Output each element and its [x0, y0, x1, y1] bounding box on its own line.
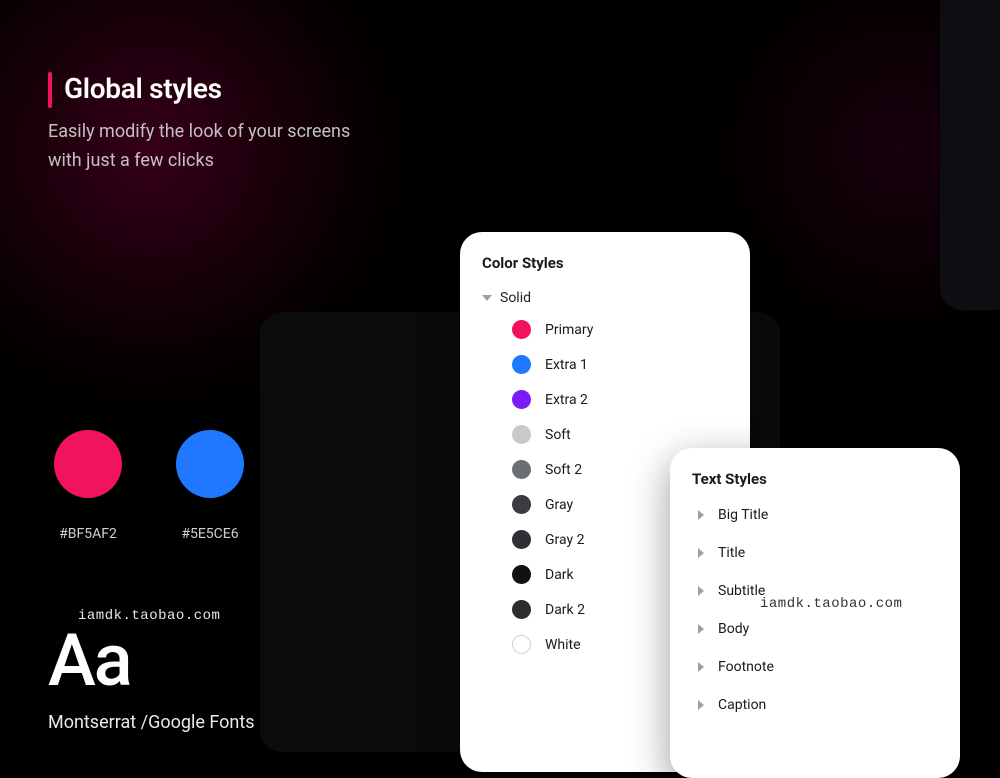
color-item-label: Extra 2	[545, 392, 588, 408]
color-item-label: Dark	[545, 567, 574, 583]
color-dot-icon	[512, 425, 531, 444]
chevron-right-icon	[698, 510, 704, 520]
text-item-label: Body	[718, 621, 749, 637]
color-item-soft[interactable]: Soft	[460, 417, 750, 452]
dark-panel-right	[940, 0, 1000, 310]
chevron-down-icon	[482, 295, 492, 301]
color-item-label: Gray	[545, 497, 573, 513]
text-item-label: Title	[718, 545, 745, 561]
typography-label: Montserrat /Google Fonts	[48, 712, 255, 733]
color-dot-icon	[512, 495, 531, 514]
color-item-label: Gray 2	[545, 532, 584, 548]
swatch-hex-0: #BF5AF2	[59, 526, 117, 542]
color-dot-icon	[512, 390, 531, 409]
color-dot-icon	[512, 530, 531, 549]
color-styles-title: Color Styles	[460, 254, 750, 280]
typography-sample: Aa	[48, 618, 131, 703]
swatch-circle-1	[176, 430, 244, 498]
text-item-caption[interactable]: Caption	[670, 686, 960, 724]
color-item-extra-1[interactable]: Extra 1	[460, 347, 750, 382]
swatch-0: #BF5AF2	[48, 430, 128, 542]
text-item-label: Footnote	[718, 659, 774, 675]
color-group-solid[interactable]: Solid	[460, 280, 750, 312]
page-subtitle: Easily modify the look of your screens w…	[48, 118, 388, 176]
color-item-label: Soft	[545, 427, 571, 443]
chevron-right-icon	[698, 586, 704, 596]
color-dot-icon	[512, 600, 531, 619]
swatch-hex-1: #5E5CE6	[181, 526, 238, 542]
color-item-label: Soft 2	[545, 462, 582, 478]
color-dot-icon	[512, 635, 531, 654]
color-dot-icon	[512, 355, 531, 374]
color-item-label: Extra 1	[545, 357, 588, 373]
text-item-body[interactable]: Body	[670, 610, 960, 648]
text-item-title[interactable]: Title	[670, 534, 960, 572]
color-item-label: White	[545, 637, 581, 653]
watermark-right: iamdk.taobao.com	[760, 596, 902, 612]
accent-bar	[48, 72, 52, 108]
text-styles-card[interactable]: Text Styles Big Title Title Subtitle Body Fo…	[670, 448, 960, 778]
chevron-right-icon	[698, 548, 704, 558]
color-dot-icon	[512, 320, 531, 339]
color-dot-icon	[512, 565, 531, 584]
text-item-label: Big Title	[718, 507, 768, 523]
text-item-label: Caption	[718, 697, 766, 713]
swatch-circle-0	[54, 430, 122, 498]
color-item-label: Dark 2	[545, 602, 585, 618]
chevron-right-icon	[698, 662, 704, 672]
color-group-label: Solid	[500, 290, 531, 306]
chevron-right-icon	[698, 624, 704, 634]
page-title: Global styles	[64, 72, 222, 105]
chevron-right-icon	[698, 700, 704, 710]
color-dot-icon	[512, 460, 531, 479]
swatch-1: #5E5CE6	[170, 430, 250, 542]
color-item-label: Primary	[545, 322, 593, 338]
text-styles-title: Text Styles	[670, 470, 960, 496]
text-item-footnote[interactable]: Footnote	[670, 648, 960, 686]
text-item-label: Subtitle	[718, 583, 765, 599]
color-item-primary[interactable]: Primary	[460, 312, 750, 347]
color-item-extra-2[interactable]: Extra 2	[460, 382, 750, 417]
text-item-big-title[interactable]: Big Title	[670, 496, 960, 534]
